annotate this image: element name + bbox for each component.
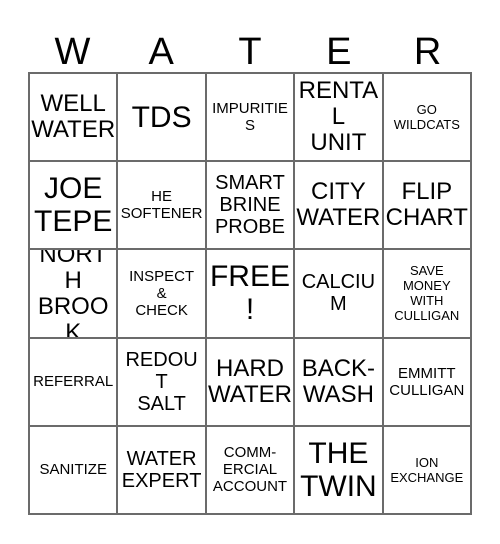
bingo-cell-label: HARD WATER — [207, 354, 292, 408]
bingo-cell-label: HE SOFTENER — [120, 188, 203, 223]
bingo-cell[interactable]: CITY WATER — [295, 162, 384, 251]
bingo-cell[interactable]: JOE TEPE — [30, 162, 119, 251]
bingo-cell-label: FLIP CHART — [385, 178, 468, 232]
header-letter-3: T — [238, 31, 262, 73]
bingo-cell-free[interactable]: FREE! — [206, 250, 296, 339]
bingo-cell[interactable]: EMMITT CULLIGAN — [383, 338, 472, 427]
bingo-cell[interactable]: HE SOFTENER — [118, 162, 207, 251]
bingo-cell[interactable]: SAVE MONEY WITH CULLIGAN — [383, 250, 472, 339]
bingo-cell[interactable]: GO WILDCATS — [383, 74, 472, 163]
bingo-cell-label: REDOUT SALT — [125, 348, 198, 415]
bingo-cell[interactable]: SANITIZE — [30, 426, 119, 515]
bingo-cell[interactable]: THE TWIN — [295, 426, 384, 515]
bingo-cell-label: CITY WATER — [296, 178, 381, 232]
bingo-cell-label: EMMITT CULLIGAN — [389, 364, 465, 399]
bingo-cell[interactable]: FLIP CHART — [383, 162, 472, 251]
header-letter-5: R — [413, 31, 442, 73]
bingo-cell-label: FREE! — [209, 260, 290, 327]
bingo-cell-label: GO WILDCATS — [393, 102, 460, 133]
bingo-cell[interactable]: TDS — [118, 74, 207, 163]
bingo-cell-label: BACK- WASH — [301, 354, 376, 408]
bingo-cell-label: SMART BRINE PROBE — [214, 172, 285, 239]
bingo-cell-label: TDS — [131, 100, 192, 134]
bingo-cell[interactable]: NORTH BROOK — [30, 250, 119, 339]
bingo-cell[interactable]: CALCIUM — [295, 250, 384, 339]
bingo-cell-label: SANITIZE — [39, 461, 107, 479]
bingo-cell[interactable]: HARD WATER — [206, 338, 296, 427]
bingo-cell-label: INSPECT & CHECK — [129, 267, 195, 319]
bingo-cell-label: SAVE MONEY WITH CULLIGAN — [394, 263, 460, 324]
bingo-cell[interactable]: BACK- WASH — [295, 338, 384, 427]
bingo-cell[interactable]: COMM- ERCIAL ACCOUNT — [206, 426, 296, 515]
bingo-cell[interactable]: REDOUT SALT — [118, 338, 207, 427]
bingo-cell[interactable]: ION EXCHANGE — [383, 426, 472, 515]
bingo-cell-label: IMPURITIES — [212, 100, 288, 135]
bingo-cell-label: JOE TEPE — [34, 172, 113, 239]
bingo-cell[interactable]: WELL WATER — [30, 74, 119, 163]
header-letter-2: A — [148, 31, 174, 73]
header-letter-1: W — [54, 31, 91, 73]
bingo-cell-label: WELL WATER — [31, 90, 116, 144]
bingo-cell-label: ION EXCHANGE — [390, 454, 464, 485]
bingo-cell[interactable]: RENTAL UNIT — [295, 74, 384, 163]
header-letter-4: E — [326, 31, 352, 73]
bingo-grid: WELL WATER TDS IMPURITIES RENTAL UNIT GO… — [28, 72, 472, 515]
bingo-cell[interactable]: INSPECT & CHECK — [118, 250, 207, 339]
bingo-cell-label: RENTAL UNIT — [298, 77, 379, 157]
bingo-cell-label: COMM- ERCIAL ACCOUNT — [212, 444, 288, 496]
bingo-cell-label: REFERRAL — [33, 373, 114, 391]
bingo-cell-label: WATER EXPERT — [121, 447, 202, 492]
bingo-cell[interactable]: REFERRAL — [30, 338, 119, 427]
bingo-card: W A T E R WELL WATER TDS IMPURITIES RENT… — [0, 0, 500, 544]
bingo-cell[interactable]: WATER EXPERT — [118, 426, 207, 515]
bingo-cell[interactable]: IMPURITIES — [206, 74, 296, 163]
bingo-header: W A T E R — [28, 22, 472, 72]
bingo-cell-label: CALCIUM — [301, 271, 376, 316]
bingo-cell-label: NORTH BROOK — [37, 250, 109, 339]
bingo-cell-label: THE TWIN — [300, 436, 377, 503]
bingo-cell[interactable]: SMART BRINE PROBE — [206, 162, 296, 251]
